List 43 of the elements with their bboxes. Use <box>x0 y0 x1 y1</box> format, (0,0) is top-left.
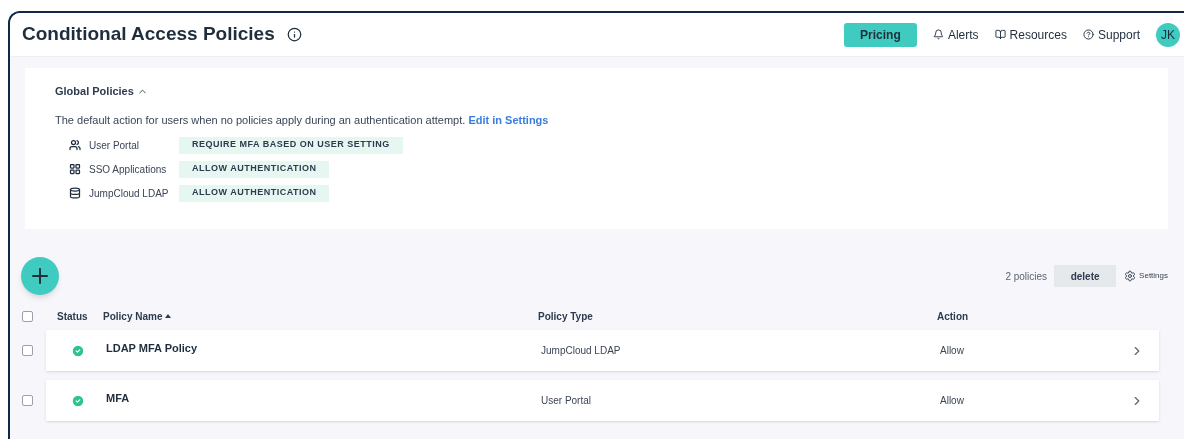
policy-action: Allow <box>940 394 965 408</box>
add-policy-button[interactable] <box>21 257 59 295</box>
global-policies-toggle[interactable]: Global Policies <box>55 83 148 100</box>
policy-target: JumpCloud LDAP <box>89 186 170 201</box>
column-header: Action <box>937 309 969 324</box>
edit-settings-link[interactable]: Edit in Settings <box>468 113 549 126</box>
column-header: Status <box>57 309 89 324</box>
header-link[interactable]: Alerts <box>932 25 979 44</box>
policy-type: User Portal <box>541 394 592 408</box>
column-header: Policy Type <box>538 309 594 324</box>
header-link[interactable]: Resources <box>994 25 1067 44</box>
page-title: Conditional Access Policies <box>22 22 275 47</box>
sort-icon <box>165 314 172 318</box>
policy-name: MFA <box>106 391 131 407</box>
policy-action-tag: REQUIRE MFA BASED ON USER SETTING <box>179 136 403 154</box>
book-icon <box>994 29 1006 40</box>
policy-name: LDAP MFA Policy <box>106 341 199 357</box>
settings-button[interactable]: Settings <box>1124 270 1168 282</box>
users-icon <box>69 139 81 151</box>
gear-icon <box>1124 270 1137 282</box>
column-header[interactable]: Policy Name <box>103 308 538 324</box>
checkbox[interactable] <box>22 345 33 356</box>
description-text: The default action for users when no policies apply during an authentication attempt. Edit in Settings <box>55 112 550 128</box>
checkbox[interactable] <box>22 310 33 322</box>
database-icon <box>69 187 81 199</box>
policy-target: User Portal <box>89 138 140 153</box>
policy-count: 2 policies <box>1005 269 1048 284</box>
header-link[interactable]: Support <box>1082 25 1140 44</box>
user-avatar[interactable]: JK <box>1156 22 1180 47</box>
policy-row[interactable]: LDAP MFA Policy JumpCloud LDAP Allow <box>46 330 1159 371</box>
grid-icon <box>69 163 81 175</box>
delete-button[interactable]: delete <box>1054 265 1117 287</box>
policy-action: Allow <box>940 344 965 358</box>
help-icon <box>1082 29 1094 40</box>
policy-action-tag: ALLOW AUTHENTICATION <box>179 160 330 178</box>
policy-row[interactable]: MFA User Portal Allow <box>46 380 1159 421</box>
checkbox[interactable] <box>22 395 33 406</box>
bell-icon <box>932 29 944 40</box>
policy-target: SSO Applications <box>89 162 168 177</box>
policy-action-tag: ALLOW AUTHENTICATION <box>179 184 330 202</box>
pricing-button[interactable]: Pricing <box>843 22 917 47</box>
policy-type: JumpCloud LDAP <box>541 344 622 358</box>
info-icon[interactable] <box>286 27 302 42</box>
